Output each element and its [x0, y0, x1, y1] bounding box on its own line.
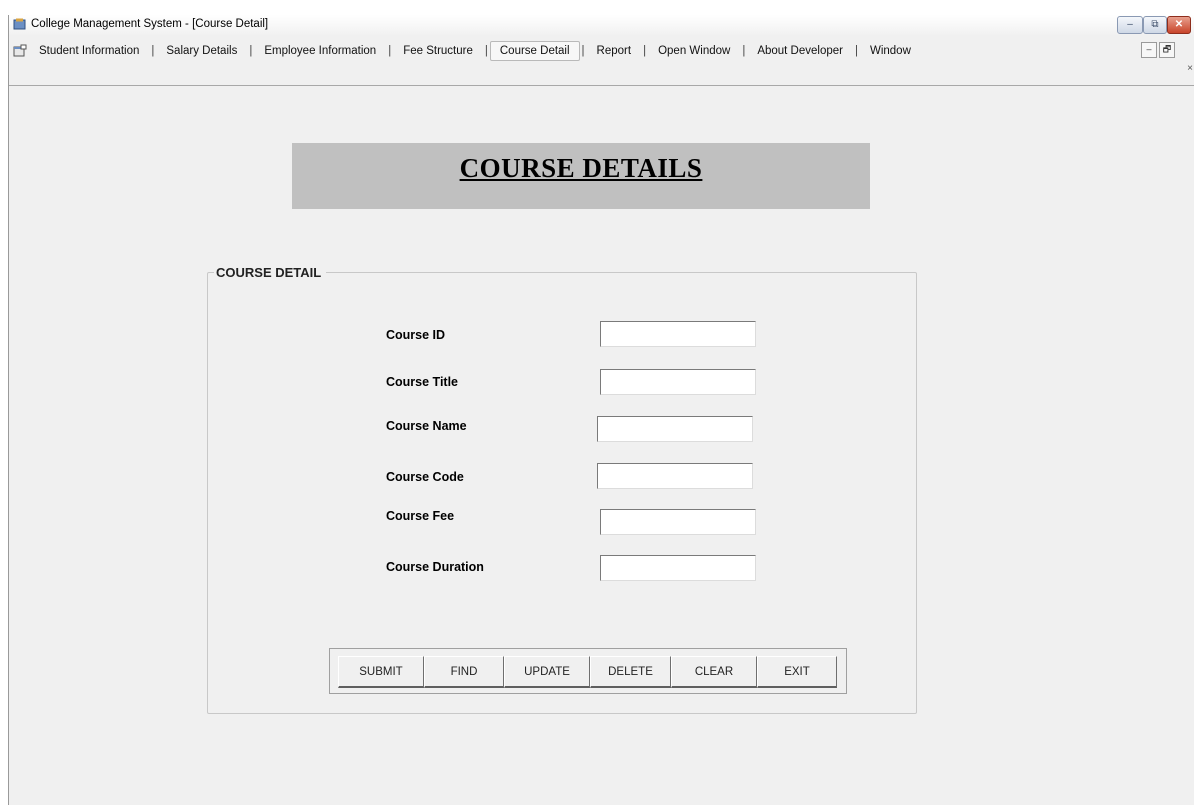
window-title: College Management System - [Course Deta… — [31, 18, 269, 30]
course-duration-input[interactable] — [600, 555, 756, 581]
menu-window[interactable]: Window — [860, 41, 921, 61]
header-banner: COURSE DETAILS — [292, 143, 870, 209]
course-duration-label: Course Duration — [386, 560, 484, 574]
page-title: COURSE DETAILS — [459, 153, 703, 183]
menu-employee-information[interactable]: Employee Information — [254, 41, 386, 61]
app-window: College Management System - [Course Deta… — [8, 15, 1194, 805]
course-fee-input[interactable] — [600, 509, 756, 535]
menu-fee-structure[interactable]: Fee Structure — [393, 41, 483, 61]
menu-student-information[interactable]: Student Information — [29, 41, 149, 61]
menu-separator: | — [249, 45, 253, 57]
menu-separator: | — [742, 45, 746, 57]
child-close-button[interactable]: × — [1187, 63, 1193, 74]
button-bar: SUBMIT FIND UPDATE DELETE CLEAR EXIT — [329, 648, 847, 694]
course-id-label: Course ID — [386, 328, 446, 342]
clear-button[interactable]: CLEAR — [671, 656, 757, 688]
menu-open-window[interactable]: Open Window — [648, 41, 740, 61]
menu-course-detail[interactable]: Course Detail — [489, 41, 580, 61]
menu-separator: | — [854, 45, 858, 57]
menu-separator: | — [484, 45, 488, 57]
course-code-input[interactable] — [597, 463, 753, 489]
course-fee-label: Course Fee — [386, 509, 455, 523]
exit-button[interactable]: EXIT — [757, 656, 837, 688]
course-title-input[interactable] — [600, 369, 756, 395]
menu-separator: | — [388, 45, 392, 57]
mdi-menu-bar: Student Information | Salary Details | E… — [9, 35, 1194, 86]
course-name-label: Course Name — [386, 419, 467, 433]
group-legend: COURSE DETAIL — [214, 265, 327, 280]
course-title-label: Course Title — [386, 375, 459, 389]
menu-about-developer[interactable]: About Developer — [747, 41, 853, 61]
find-button[interactable]: FIND — [424, 656, 504, 688]
menu-salary-details[interactable]: Salary Details — [156, 41, 247, 61]
course-id-input[interactable] — [600, 321, 756, 347]
child-restore-button[interactable]: 🗗 — [1159, 42, 1175, 58]
menu-report[interactable]: Report — [587, 41, 642, 61]
course-detail-group: COURSE DETAIL Course ID Course Title Cou… — [207, 265, 917, 714]
mdi-child-icon[interactable] — [13, 44, 27, 58]
menu-separator: | — [581, 45, 585, 57]
button-strip: SUBMIT FIND UPDATE DELETE CLEAR EXIT — [338, 656, 837, 688]
child-minimize-button[interactable]: – — [1141, 42, 1157, 58]
menu-separator: | — [643, 45, 647, 57]
submit-button[interactable]: SUBMIT — [338, 656, 424, 688]
menu-row: Student Information | Salary Details | E… — [9, 41, 921, 61]
title-bar[interactable]: College Management System - [Course Deta… — [9, 15, 1194, 35]
course-name-input[interactable] — [597, 416, 753, 442]
restore-button[interactable]: ⧉ — [1143, 16, 1167, 34]
close-button[interactable]: ✕ — [1167, 16, 1191, 34]
app-icon — [13, 18, 26, 30]
delete-button[interactable]: DELETE — [590, 656, 671, 688]
menu-separator: | — [151, 45, 155, 57]
update-button[interactable]: UPDATE — [504, 656, 590, 688]
course-code-label: Course Code — [386, 470, 464, 484]
minimize-button[interactable]: – — [1117, 16, 1143, 34]
